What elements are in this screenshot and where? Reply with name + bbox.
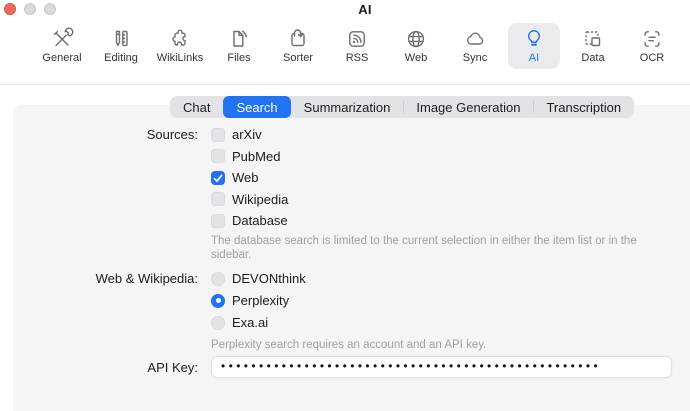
checkbox-label: Database: [232, 213, 288, 228]
radio-label: DEVONthink: [232, 271, 306, 286]
web-wikipedia-radio-group: DEVONthink Perplexity Exa.ai: [211, 271, 306, 337]
toolbar-item-data[interactable]: Data: [567, 23, 619, 69]
radio-selected-icon: [211, 294, 225, 308]
documents-icon: [226, 26, 252, 52]
tab-chat[interactable]: Chat: [170, 96, 223, 118]
preferences-toolbar: General Editing WikiLinks: [0, 23, 690, 69]
radio-exa-ai[interactable]: Exa.ai: [211, 315, 306, 330]
minimize-window-button[interactable]: [24, 3, 36, 15]
api-key-masked-value: ••••••••••••••••••••••••••••••••••••••••…: [221, 360, 601, 372]
globe-icon: [403, 26, 429, 52]
checkbox-database[interactable]: Database: [211, 213, 288, 228]
toolbar-item-ocr[interactable]: OCR: [626, 23, 678, 69]
database-search-note: The database search is limited to the cu…: [211, 234, 663, 262]
web-wikipedia-label: Web & Wikipedia:: [0, 271, 198, 286]
sources-label: Sources:: [0, 127, 198, 142]
window-title: AI: [40, 2, 690, 17]
toolbar-item-rss[interactable]: RSS: [331, 23, 383, 69]
checkbox-icon: [211, 128, 225, 142]
toolbar-item-label: Data: [581, 52, 604, 65]
toolbar-item-label: AI: [529, 52, 539, 65]
sources-checkbox-group: arXiv PubMed Web Wikipedia Database: [211, 127, 288, 235]
toolbar-item-label: WikiLinks: [157, 52, 203, 65]
checkbox-checked-icon: [211, 171, 225, 185]
toolbar-divider: [0, 84, 690, 85]
checkbox-icon: [211, 192, 225, 206]
toolbar-item-sorter[interactable]: Sorter: [272, 23, 324, 69]
tools-icon: [49, 26, 75, 52]
checkbox-icon: [211, 214, 225, 228]
toolbar-item-label: RSS: [346, 52, 369, 65]
data-frame-icon: [580, 26, 606, 52]
api-key-input[interactable]: ••••••••••••••••••••••••••••••••••••••••…: [211, 356, 672, 378]
tab-summarization[interactable]: Summarization: [291, 96, 404, 118]
checkbox-label: arXiv: [232, 127, 262, 142]
tab-transcription[interactable]: Transcription: [533, 96, 634, 118]
toolbar-item-files[interactable]: Files: [213, 23, 265, 69]
tab-search[interactable]: Search: [223, 96, 290, 118]
toolbar-item-label: Sync: [463, 52, 487, 65]
ocr-scan-icon: [639, 26, 665, 52]
checkbox-pubmed[interactable]: PubMed: [211, 149, 288, 164]
radio-label: Perplexity: [232, 293, 289, 308]
toolbar-item-label: OCR: [640, 52, 664, 65]
toolbar-item-general[interactable]: General: [36, 23, 88, 69]
radio-icon: [211, 272, 225, 286]
tab-image-generation[interactable]: Image Generation: [403, 96, 533, 118]
toolbar-item-label: Web: [405, 52, 427, 65]
puzzle-icon: [167, 26, 193, 52]
toolbar-item-label: Sorter: [283, 52, 313, 65]
checkbox-label: PubMed: [232, 149, 280, 164]
toolbar-item-ai[interactable]: AI: [508, 23, 560, 69]
api-key-label: API Key:: [0, 360, 198, 375]
toolbar-item-sync[interactable]: Sync: [449, 23, 501, 69]
cloud-icon: [462, 26, 488, 52]
radio-devonthink[interactable]: DEVONthink: [211, 271, 306, 286]
toolbar-item-editing[interactable]: Editing: [95, 23, 147, 69]
checkbox-wikipedia[interactable]: Wikipedia: [211, 192, 288, 207]
checkbox-label: Wikipedia: [232, 192, 288, 207]
radio-perplexity[interactable]: Perplexity: [211, 293, 306, 308]
perplexity-note: Perplexity search requires an account an…: [211, 338, 663, 352]
preferences-window: AI General Editing: [0, 0, 690, 411]
ai-section-tabs: Chat Search Summarization Image Generati…: [170, 96, 634, 118]
checkbox-label: Web: [232, 170, 259, 185]
rss-icon: [344, 26, 370, 52]
close-window-button[interactable]: [4, 3, 16, 15]
pencil-ruler-icon: [108, 26, 134, 52]
toolbar-item-label: General: [42, 52, 81, 65]
toolbar-item-imprinter[interactable]: Imprinter: [685, 23, 690, 69]
tray-arrow-icon: [285, 26, 311, 52]
checkbox-web[interactable]: Web: [211, 170, 288, 185]
toolbar-item-web[interactable]: Web: [390, 23, 442, 69]
checkbox-arxiv[interactable]: arXiv: [211, 127, 288, 142]
radio-icon: [211, 316, 225, 330]
toolbar-item-label: Files: [227, 52, 250, 65]
toolbar-item-label: Editing: [104, 52, 138, 65]
radio-label: Exa.ai: [232, 315, 268, 330]
lightbulb-icon: [521, 26, 547, 52]
checkbox-icon: [211, 149, 225, 163]
toolbar-item-wikilinks[interactable]: WikiLinks: [154, 23, 206, 69]
